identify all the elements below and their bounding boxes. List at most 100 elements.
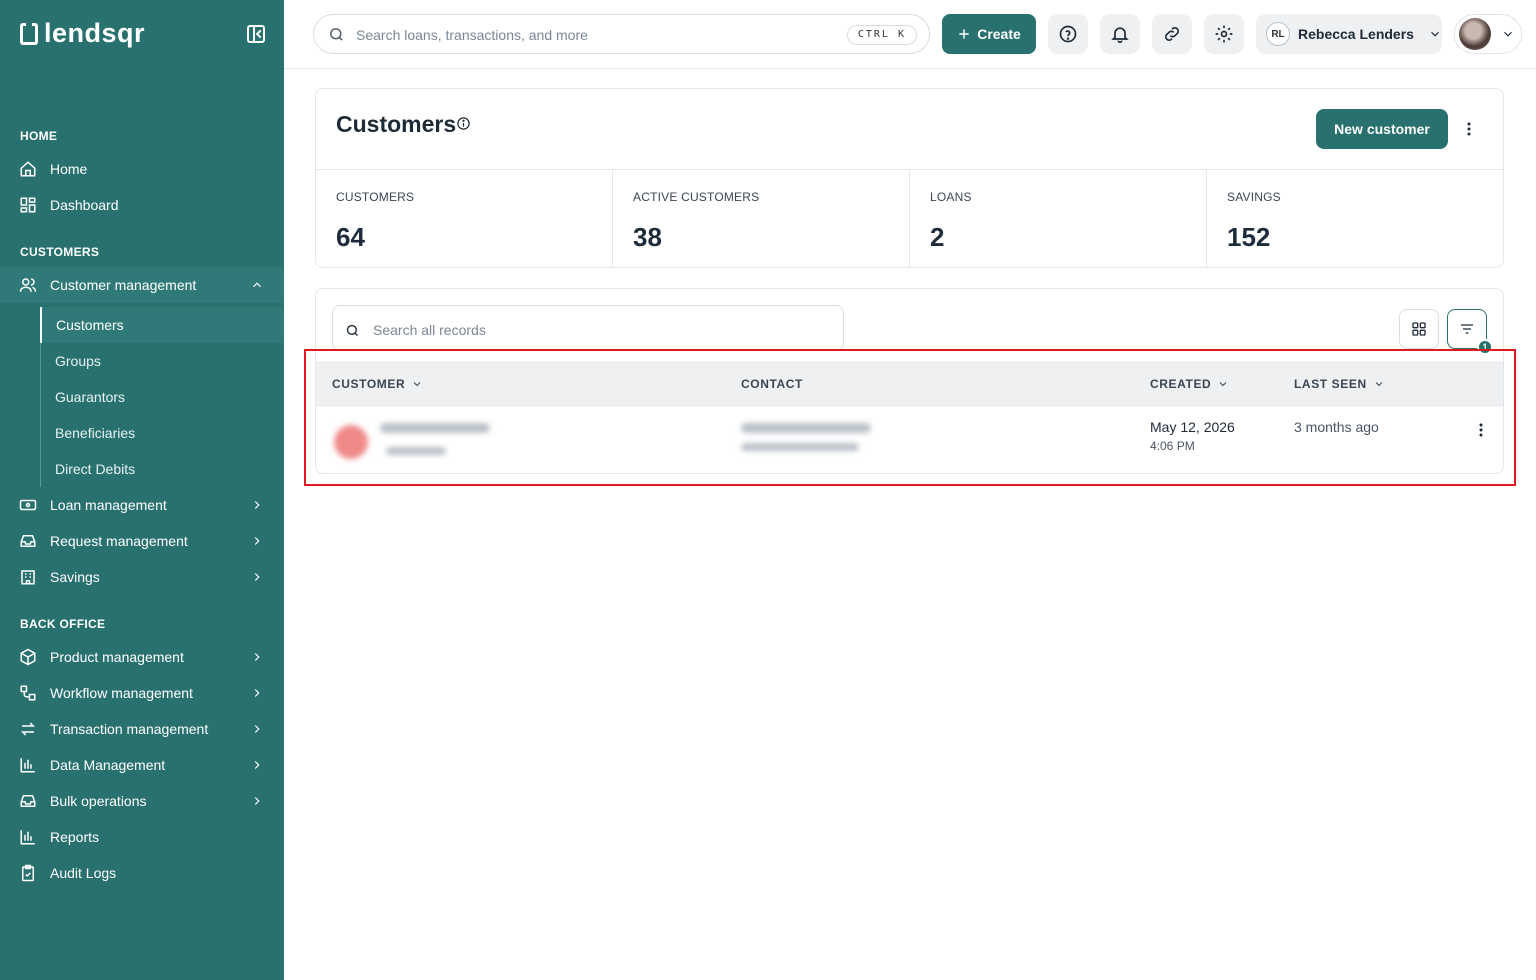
records-search-placeholder: Search all records (373, 322, 486, 338)
contact-email-redacted (741, 443, 859, 451)
chevron-up-icon (253, 282, 261, 288)
last-seen: 3 months ago (1294, 419, 1379, 435)
help-icon (1059, 25, 1077, 43)
bar-chart-icon (18, 755, 38, 775)
chevron-right-icon (254, 653, 260, 661)
column-header-label: CREATED (1150, 377, 1212, 391)
section-title-back-office: BACK OFFICE (20, 617, 106, 631)
search-icon (346, 324, 358, 336)
help-button[interactable] (1048, 14, 1088, 54)
sidebar-subitem-guarantors[interactable]: Guarantors (40, 379, 284, 415)
link-button[interactable] (1152, 14, 1192, 54)
sidebar-item-label: Workflow management (50, 685, 193, 701)
customers-summary-card: Customers New customer CUSTOMERS 64 ACTI… (315, 88, 1504, 268)
stat-loans: LOANS 2 (910, 170, 1207, 268)
notifications-button[interactable] (1100, 14, 1140, 54)
stat-value: 152 (1227, 222, 1271, 252)
dashboard-icon (18, 195, 38, 215)
sidebar-subitem-direct-debits[interactable]: Direct Debits (40, 451, 284, 487)
sidebar-item-label: Savings (50, 569, 100, 585)
sidebar-subitem-beneficiaries[interactable]: Beneficiaries (40, 415, 284, 451)
sidebar-item-label: Dashboard (50, 197, 119, 213)
search-icon (330, 28, 343, 41)
home-icon (18, 159, 38, 179)
filter-icon (1461, 324, 1473, 334)
reports-icon (18, 827, 38, 847)
sidebar-item-customer-management[interactable]: Customer management (0, 267, 284, 303)
avatar (1459, 18, 1491, 50)
records-search-input[interactable]: Search all records (332, 305, 844, 351)
column-header-created[interactable]: CREATED (1150, 377, 1229, 391)
stat-savings: SAVINGS 152 (1207, 170, 1503, 268)
chevron-down-icon (1375, 382, 1383, 387)
sidebar-item-loan-management[interactable]: Loan management (0, 487, 284, 523)
sidebar-item-product-management[interactable]: Product management (0, 639, 284, 675)
customer-records-card: Search all records 1 CUSTOMER CONTACT CR… (315, 288, 1504, 474)
customer-name-redacted (380, 423, 490, 433)
section-title-home: HOME (20, 129, 58, 143)
stat-label: CUSTOMERS (336, 190, 415, 204)
grid-icon (1412, 322, 1426, 336)
contact-phone-redacted (741, 423, 871, 433)
column-header-contact: CONTACT (741, 377, 803, 391)
settings-button[interactable] (1204, 14, 1244, 54)
column-header-last-seen[interactable]: LAST SEEN (1294, 377, 1385, 391)
stat-label: ACTIVE CUSTOMERS (633, 190, 760, 204)
chevron-down-icon (1219, 382, 1227, 387)
savings-icon (18, 567, 38, 587)
workflow-icon (18, 683, 38, 703)
sidebar-subitem-customers[interactable]: Customers (40, 307, 284, 343)
global-search-placeholder: Search loans, transactions, and more (356, 27, 588, 43)
keyboard-shortcut-badge: CTRL K (846, 25, 917, 45)
sidebar-item-label: Product management (50, 649, 184, 665)
column-header-label: CUSTOMER (332, 377, 406, 391)
logo[interactable]: lendsqr (20, 18, 145, 49)
sidebar-item-dashboard[interactable]: Dashboard (0, 187, 284, 223)
sidebar-item-request-management[interactable]: Request management (0, 523, 284, 559)
profile-menu-button[interactable] (1454, 14, 1522, 54)
stat-value: 38 (633, 222, 662, 252)
sidebar-item-data-management[interactable]: Data Management (0, 747, 284, 783)
sidebar-item-workflow-management[interactable]: Workflow management (0, 675, 284, 711)
chevron-right-icon (254, 689, 260, 697)
global-search-input[interactable]: Search loans, transactions, and more CTR… (313, 14, 930, 54)
info-icon[interactable] (456, 116, 471, 131)
new-customer-button[interactable]: New customer (1316, 109, 1448, 149)
create-button[interactable]: Create (942, 14, 1036, 54)
row-more-options-icon[interactable] (1478, 422, 1484, 438)
sidebar-item-home[interactable]: Home (0, 151, 284, 187)
sidebar-item-bulk-operations[interactable]: Bulk operations (0, 783, 284, 819)
table-header: CUSTOMER CONTACT CREATED LAST SEEN (316, 362, 1503, 406)
stat-customers: CUSTOMERS 64 (316, 170, 613, 268)
chevron-down-icon (1431, 31, 1439, 37)
sidebar-item-label: Audit Logs (50, 865, 117, 881)
sidebar: lendsqr HOME Home Dashboard CUSTOMERS Cu… (0, 0, 284, 980)
chevron-right-icon (254, 797, 260, 805)
column-header-label: CONTACT (741, 377, 803, 391)
stat-value: 2 (930, 222, 945, 252)
sidebar-item-transaction-management[interactable]: Transaction management (0, 711, 284, 747)
user-menu-button[interactable]: RL Rebecca Lenders (1256, 14, 1442, 54)
stat-label: SAVINGS (1227, 190, 1281, 204)
sidebar-subitem-groups[interactable]: Groups (40, 343, 284, 379)
customer-id-redacted (386, 447, 446, 455)
table-row[interactable]: May 12, 2026 4:06 PM 3 months ago (316, 407, 1503, 473)
column-header-customer[interactable]: CUSTOMER (332, 377, 423, 391)
sidebar-item-savings[interactable]: Savings (0, 559, 284, 595)
clipboard-icon (18, 863, 38, 883)
bell-icon (1111, 27, 1129, 44)
section-title-customers: CUSTOMERS (20, 245, 100, 259)
logo-mark-icon (20, 22, 38, 45)
more-options-icon[interactable] (1466, 121, 1472, 137)
sidebar-item-audit-logs[interactable]: Audit Logs (0, 855, 284, 891)
grid-view-button[interactable] (1399, 309, 1439, 349)
stat-active-customers: ACTIVE CUSTOMERS 38 (613, 170, 910, 268)
user-initials-badge: RL (1266, 22, 1290, 46)
chevron-down-icon (1504, 31, 1512, 37)
sidebar-item-reports[interactable]: Reports (0, 819, 284, 855)
box-icon (18, 647, 38, 667)
users-icon (18, 275, 38, 295)
inbox-icon (18, 791, 38, 811)
collapse-sidebar-icon[interactable] (247, 25, 265, 43)
chevron-right-icon (254, 761, 260, 769)
